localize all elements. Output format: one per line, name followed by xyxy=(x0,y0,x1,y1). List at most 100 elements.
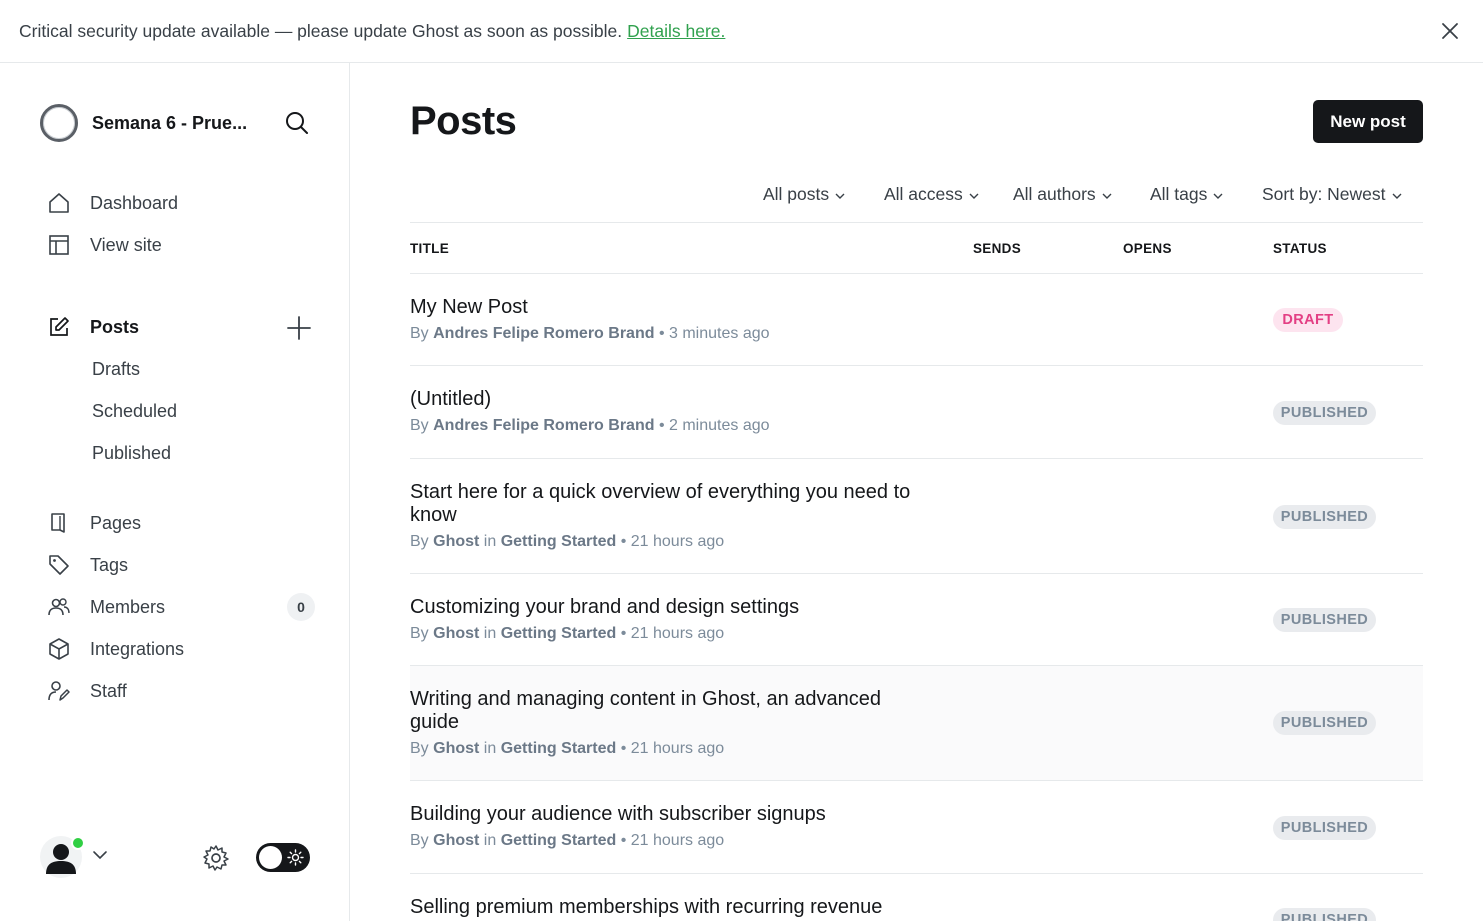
post-tag: Getting Started xyxy=(500,625,617,642)
filter-type-dropdown[interactable]: All posts xyxy=(763,181,845,207)
sidebar-item-label: Staff xyxy=(90,680,127,701)
cube-icon xyxy=(47,637,71,661)
meta-by: By xyxy=(410,417,429,434)
column-header-status: STATUS xyxy=(1273,241,1327,256)
edit-icon xyxy=(47,315,71,339)
site-header[interactable]: Semana 6 - Prue... xyxy=(40,103,315,143)
meta-in: in xyxy=(483,625,497,642)
post-author: Ghost xyxy=(433,625,480,642)
sort-dropdown[interactable]: Sort by: Newest xyxy=(1262,181,1402,207)
table-row[interactable]: Building your audience with subscriber s… xyxy=(410,781,1423,874)
table-row[interactable]: Writing and managing content in Ghost, a… xyxy=(410,666,1423,781)
post-tag: Getting Started xyxy=(500,832,617,849)
sidebar-item-integrations[interactable]: Integrations xyxy=(40,631,315,667)
chevron-down-icon xyxy=(1392,184,1402,205)
post-time: • 21 hours ago xyxy=(620,740,725,757)
status-badge: DRAFT xyxy=(1273,308,1343,332)
chevron-down-icon xyxy=(835,184,845,205)
meta-in: in xyxy=(483,832,497,849)
post-title: (Untitled) xyxy=(410,388,492,410)
table-top-divider xyxy=(410,222,1423,223)
sidebar-item-drafts[interactable]: Drafts xyxy=(92,353,140,385)
banner-details-link[interactable]: Details here. xyxy=(627,21,725,42)
post-time: • 2 minutes ago xyxy=(658,417,770,434)
post-time: • 3 minutes ago xyxy=(658,325,770,342)
status-badge: PUBLISHED xyxy=(1273,816,1376,840)
table-row[interactable]: My New Post By Andres Felipe Romero Bran… xyxy=(410,274,1423,366)
meta-in: in xyxy=(483,740,497,757)
sidebar-item-pages[interactable]: Pages xyxy=(40,505,315,541)
post-meta: By Andres Felipe Romero Brand • 3 minute… xyxy=(410,325,770,343)
sidebar-item-dashboard[interactable]: Dashboard xyxy=(40,185,315,221)
sidebar-item-published[interactable]: Published xyxy=(92,437,171,469)
page-title: Posts xyxy=(410,99,517,143)
post-time: • 21 hours ago xyxy=(620,625,725,642)
filter-label: All authors xyxy=(1013,183,1096,204)
search-icon[interactable] xyxy=(283,109,311,137)
new-post-button[interactable]: New post xyxy=(1313,100,1423,143)
post-time: • 21 hours ago xyxy=(620,533,725,550)
post-meta: By Andres Felipe Romero Brand • 2 minute… xyxy=(410,417,770,435)
members-count-badge: 0 xyxy=(287,593,315,621)
post-meta: By Ghost in Getting Started • 21 hours a… xyxy=(410,740,724,758)
column-header-sends: SENDS xyxy=(973,241,1022,256)
filter-label: All tags xyxy=(1150,183,1208,204)
avatar[interactable] xyxy=(40,836,85,878)
filter-access-dropdown[interactable]: All access xyxy=(884,181,979,207)
filter-label: All posts xyxy=(763,183,830,204)
site-logo xyxy=(40,104,78,142)
sun-icon xyxy=(287,849,304,871)
column-header-opens: OPENS xyxy=(1123,241,1172,256)
column-header-title: TITLE xyxy=(410,241,449,256)
add-post-icon[interactable] xyxy=(286,315,312,341)
filter-authors-dropdown[interactable]: All authors xyxy=(1013,181,1112,207)
post-author: Ghost xyxy=(433,740,480,757)
meta-in: in xyxy=(483,533,497,550)
sidebar-item-label: View site xyxy=(90,234,162,255)
table-row[interactable]: Start here for a quick overview of every… xyxy=(410,459,1423,574)
gear-icon[interactable] xyxy=(202,844,230,872)
theme-toggle[interactable] xyxy=(256,843,310,872)
sidebar-item-label: Integrations xyxy=(90,638,185,659)
toggle-knob xyxy=(259,846,282,869)
status-badge: PUBLISHED xyxy=(1273,608,1376,632)
sidebar-item-posts[interactable]: Posts xyxy=(40,309,315,345)
chevron-down-icon xyxy=(1102,184,1112,205)
sidebar-item-staff[interactable]: Staff xyxy=(40,673,315,709)
members-icon xyxy=(47,595,71,619)
chevron-down-icon[interactable] xyxy=(92,848,108,866)
layout-icon xyxy=(47,233,71,257)
post-meta: By Ghost in Getting Started • 21 hours a… xyxy=(410,832,724,850)
post-title: Customizing your brand and design settin… xyxy=(410,596,800,618)
chevron-down-icon xyxy=(969,184,979,205)
status-badge: PUBLISHED xyxy=(1273,505,1376,529)
sidebar: Semana 6 - Prue... Dashboard View site P… xyxy=(0,63,350,921)
sidebar-item-members[interactable]: Members 0 xyxy=(40,589,315,625)
meta-by: By xyxy=(410,325,429,342)
sidebar-item-label: Dashboard xyxy=(90,192,179,213)
post-author: Andres Felipe Romero Brand xyxy=(433,417,655,434)
staff-icon xyxy=(47,679,71,703)
sidebar-item-label: Pages xyxy=(90,512,142,533)
table-row[interactable]: (Untitled) By Andres Felipe Romero Brand… xyxy=(410,366,1423,459)
post-author: Andres Felipe Romero Brand xyxy=(433,325,655,342)
site-title: Semana 6 - Prue... xyxy=(92,112,248,133)
sidebar-item-view-site[interactable]: View site xyxy=(40,227,315,263)
sidebar-item-label: Members xyxy=(90,596,166,617)
main-content: Posts New post All posts All access All … xyxy=(350,63,1483,921)
close-icon[interactable] xyxy=(1439,20,1461,42)
post-title: Start here for a quick overview of every… xyxy=(410,481,911,526)
post-title: My New Post xyxy=(410,296,528,318)
filter-tags-dropdown[interactable]: All tags xyxy=(1150,181,1223,207)
status-badge: PUBLISHED xyxy=(1273,711,1376,735)
online-status-dot xyxy=(71,836,85,850)
sidebar-item-scheduled[interactable]: Scheduled xyxy=(92,395,177,427)
table-row[interactable]: Selling premium memberships with recurri… xyxy=(410,874,1423,921)
post-author: Ghost xyxy=(433,832,480,849)
table-row[interactable]: Customizing your brand and design settin… xyxy=(410,574,1423,666)
sidebar-item-tags[interactable]: Tags xyxy=(40,547,315,583)
status-badge: PUBLISHED xyxy=(1273,401,1376,425)
user-menu[interactable] xyxy=(40,836,108,878)
meta-by: By xyxy=(410,625,429,642)
banner-message: Critical security update available — ple… xyxy=(19,20,623,41)
